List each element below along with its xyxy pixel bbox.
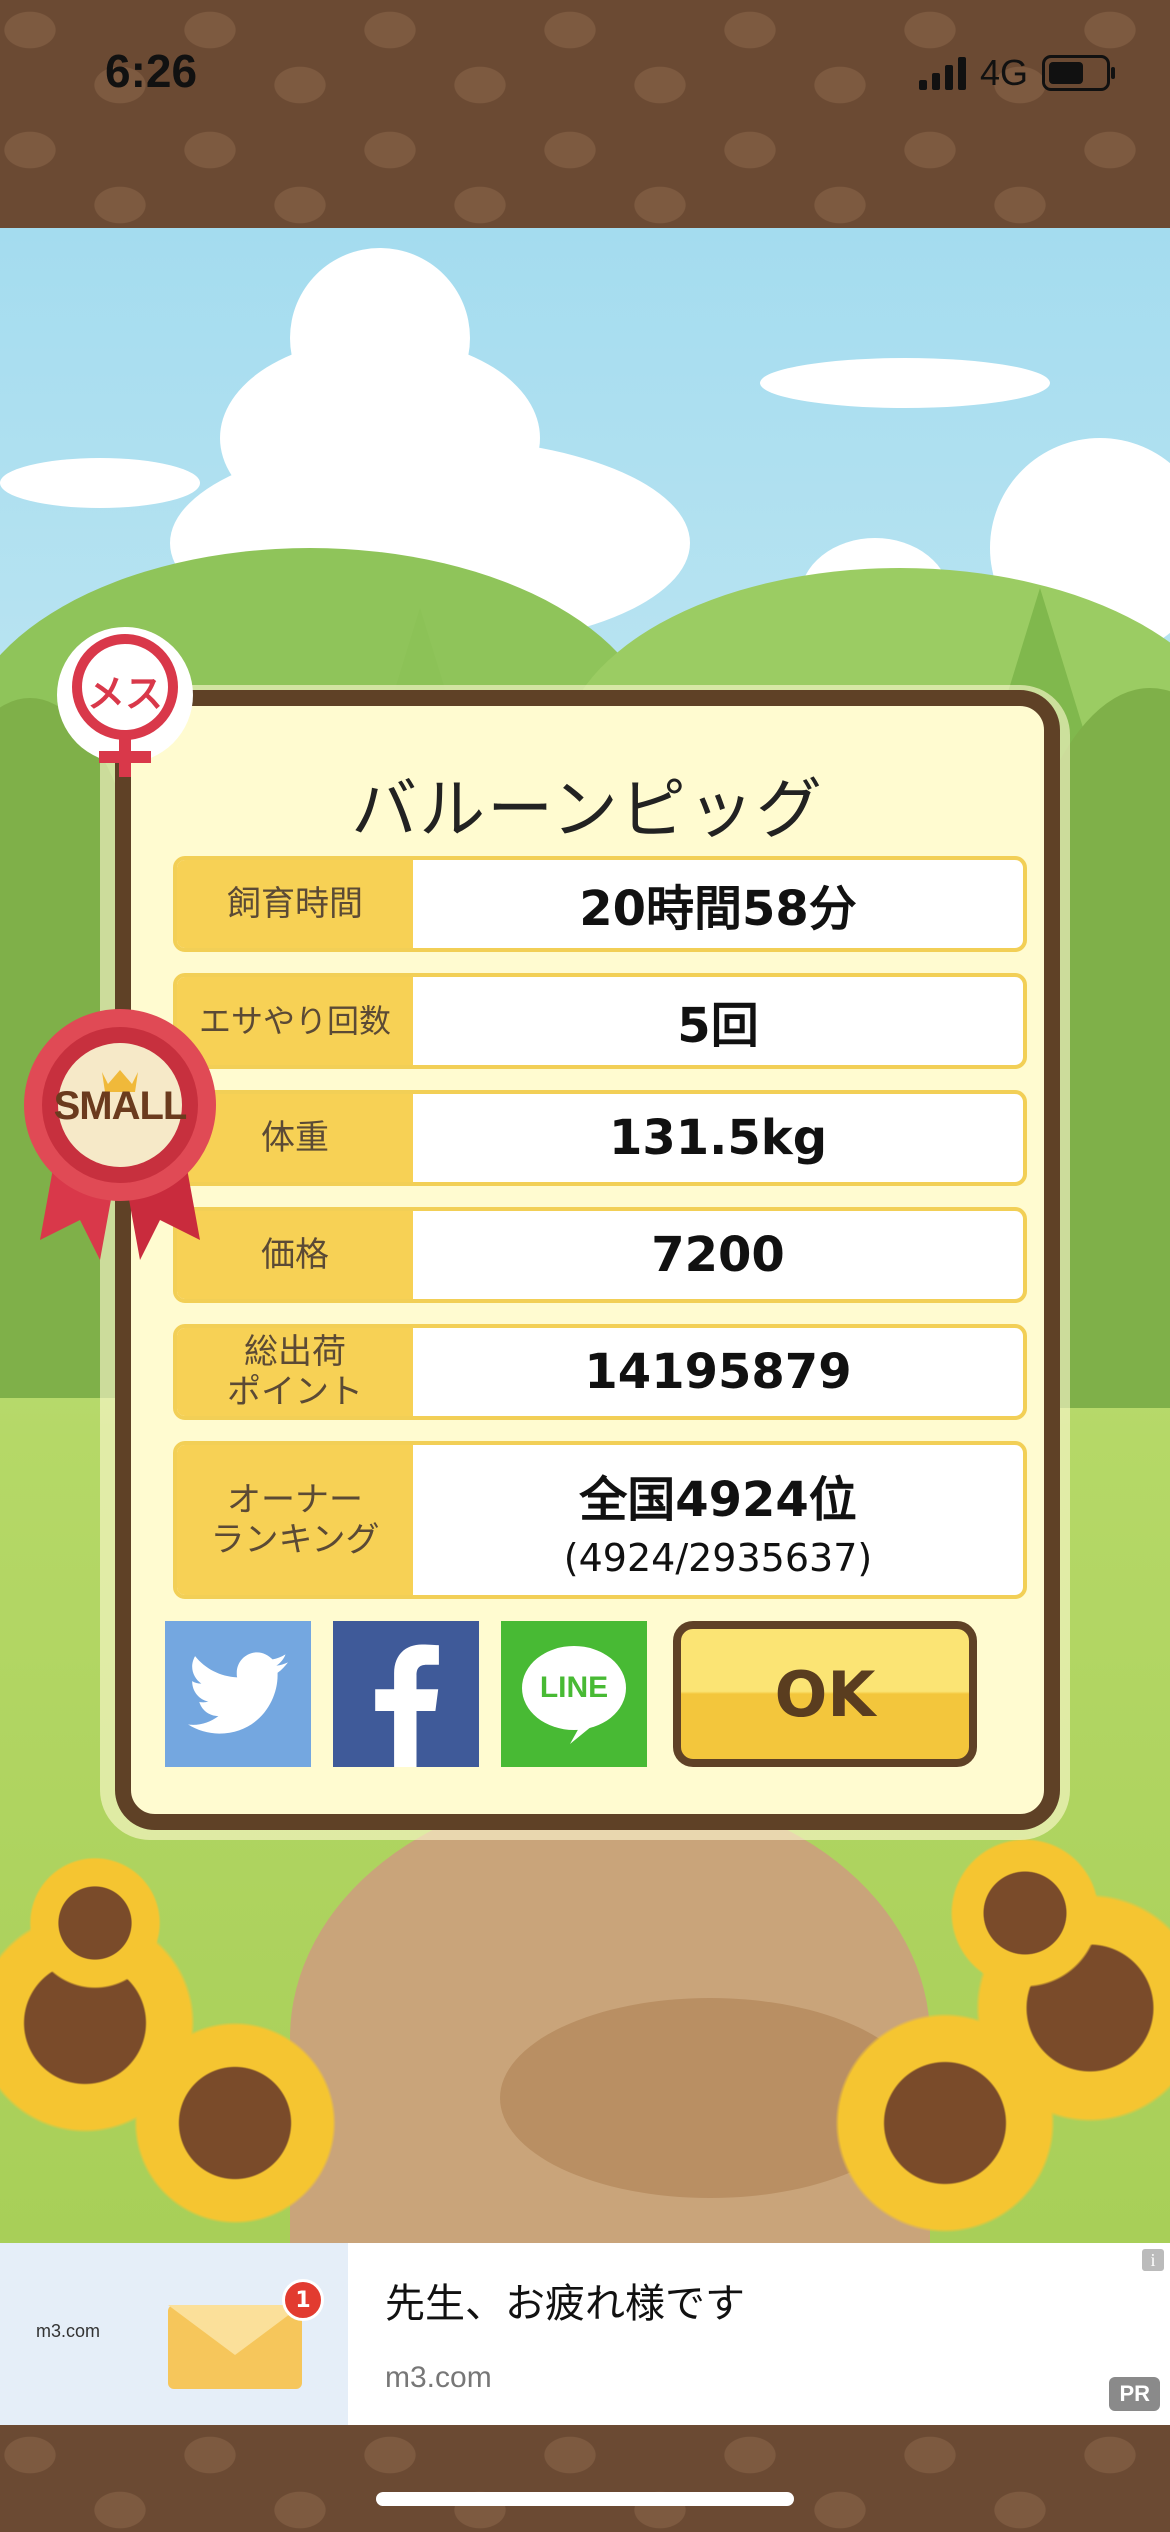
line-label: LINE (539, 1671, 609, 1704)
cloud (0, 458, 200, 508)
stat-label: オーナー ランキング (177, 1445, 413, 1595)
stat-row-shipping-points: 総出荷 ポイント 14195879 (173, 1324, 1027, 1420)
sunflower (20, 1848, 170, 1998)
notification-badge: 1 (282, 2279, 324, 2321)
ad-domain: m3.com (385, 2361, 492, 2394)
status-indicators: 4G (918, 52, 1115, 94)
stat-row-price: 価格 7200 (173, 1207, 1027, 1303)
gender-label: メス (86, 672, 163, 716)
size-ribbon-badge: SMALL (20, 1000, 220, 1270)
result-dialog: バルーンピッグ 飼育時間 20時間58分 エサやり回数 5回 体重 131.5k… (115, 690, 1060, 1830)
ok-button[interactable]: OK (673, 1621, 977, 1767)
ribbon-icon (24, 1009, 216, 1260)
stat-value: 7200 (651, 1227, 785, 1283)
signal-icon (918, 56, 966, 90)
stat-value: 20時間58分 (579, 881, 857, 937)
female-gender-badge: メス (55, 625, 195, 785)
bottom-bar (0, 2425, 1170, 2532)
cloud (760, 358, 1050, 408)
dialog-title: バルーンピッグ (351, 771, 824, 848)
line-share-button[interactable]: LINE (501, 1621, 647, 1767)
stat-value: 14195879 (584, 1344, 852, 1400)
status-time: 6:26 (105, 45, 198, 97)
ranking-value: 全国4924位 (579, 1472, 857, 1528)
home-indicator[interactable] (376, 2492, 794, 2506)
envelope-icon (168, 2305, 302, 2389)
sunflower (940, 1828, 1110, 1998)
sunflower (820, 1998, 1070, 2243)
stat-value: 131.5kg (608, 1110, 828, 1166)
twitter-share-button[interactable] (165, 1621, 311, 1767)
stat-row-owner-ranking: オーナー ランキング 全国4924位 (4924/2935637) (173, 1441, 1027, 1599)
ad-title: 先生、お疲れ様です (385, 2281, 745, 2327)
stat-row-breeding-time: 飼育時間 20時間58分 (173, 856, 1027, 952)
stat-value: 全国4924位 (4924/2935637) (413, 1445, 1023, 1595)
facebook-f-icon (375, 1644, 439, 1767)
battery-icon (1042, 55, 1115, 91)
network-type: 4G (979, 52, 1028, 93)
ad-image: m3.com 1 (0, 2243, 348, 2425)
stat-label: 総出荷 ポイント (177, 1328, 413, 1416)
ad-logo: m3.com (36, 2321, 101, 2341)
stat-row-weight: 体重 131.5kg (173, 1090, 1027, 1186)
twitter-bird-icon (188, 1652, 288, 1734)
stat-label: 飼育時間 (177, 860, 413, 948)
size-label: SMALL (53, 1084, 188, 1128)
stat-value: 5回 (677, 998, 759, 1054)
ranking-detail: (4924/2935637) (563, 1536, 873, 1580)
ad-info-icon[interactable]: i (1142, 2249, 1164, 2271)
ad-banner[interactable]: m3.com 1 先生、お疲れ様です m3.com PR i (0, 2243, 1170, 2425)
status-bar: 6:26 4G (0, 0, 1170, 228)
stat-row-feed-count: エサやり回数 5回 (173, 973, 1027, 1069)
facebook-share-button[interactable] (333, 1621, 479, 1767)
pr-badge: PR (1109, 2377, 1160, 2411)
sunflower (120, 2008, 350, 2238)
